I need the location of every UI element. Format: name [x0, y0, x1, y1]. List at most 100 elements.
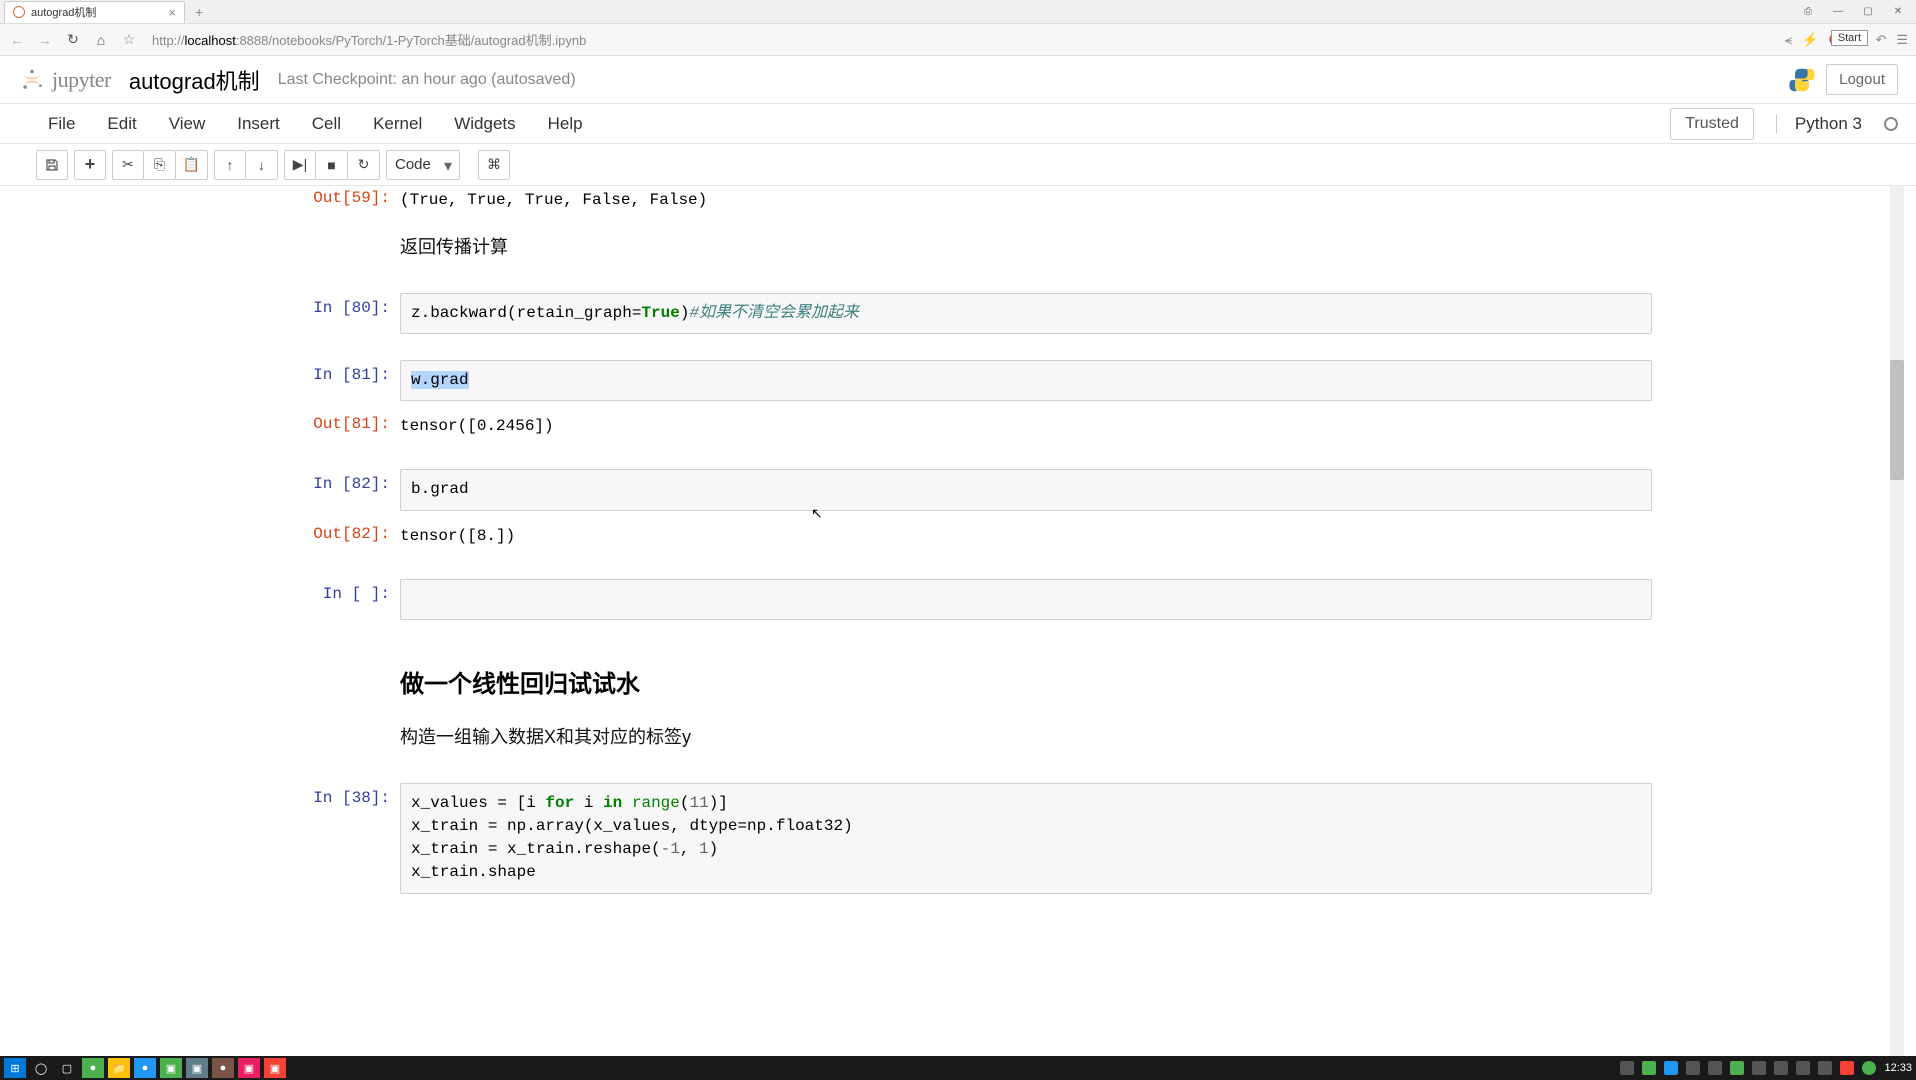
toolbar: + ✂ ⎘ 📋 ↑ ↓ ▶| ■ ↻ Code ⌘ [0, 144, 1916, 186]
favorite-icon[interactable]: ☆ [120, 31, 138, 48]
taskbar-clock[interactable]: 12:33 [1884, 1062, 1912, 1074]
taskbar-app-icon[interactable]: ● [134, 1058, 156, 1078]
browser-tab[interactable]: autograd机制 × [4, 1, 185, 23]
taskbar-app-icon[interactable]: ▣ [238, 1058, 260, 1078]
kernel-name[interactable]: Python 3 [1776, 114, 1862, 134]
menu-cell[interactable]: Cell [312, 114, 341, 134]
code-input[interactable] [400, 579, 1652, 620]
in-prompt: In [38]: [264, 783, 400, 894]
taskbar-app-icon[interactable]: ▣ [160, 1058, 182, 1078]
in-prompt: In [81]: [264, 360, 400, 401]
close-window-icon[interactable]: ✕ [1884, 2, 1912, 20]
code-input[interactable]: w.grad [400, 360, 1652, 401]
extension-icon[interactable]: ⚡ [1802, 32, 1818, 48]
logout-button[interactable]: Logout [1826, 64, 1898, 95]
code-cell[interactable]: In [82]: b.grad [264, 465, 1652, 514]
minimize-icon[interactable]: — [1824, 2, 1852, 20]
back-icon[interactable]: ← [8, 32, 26, 48]
home-icon[interactable]: ⌂ [92, 32, 110, 48]
checkpoint-text: Last Checkpoint: an hour ago (autosaved) [278, 71, 576, 89]
out-prompt: Out[82]: [264, 519, 400, 553]
in-prompt: In [ ]: [264, 579, 400, 620]
close-tab-icon[interactable]: × [168, 5, 176, 20]
tray-icon[interactable] [1730, 1061, 1744, 1075]
output-cell: Out[59]: (True, True, True, False, False… [264, 186, 1652, 221]
refresh-icon[interactable]: ↻ [64, 31, 82, 48]
output-text: (True, True, True, False, False) [400, 186, 1652, 217]
menu-view[interactable]: View [169, 114, 206, 134]
forward-icon[interactable]: → [36, 32, 54, 48]
taskbar-app-icon[interactable]: ▣ [186, 1058, 208, 1078]
reading-mode-icon[interactable]: ⎙ [1794, 2, 1822, 20]
in-prompt: In [82]: [264, 469, 400, 510]
menu-file[interactable]: File [48, 114, 75, 134]
tray-icon[interactable] [1664, 1061, 1678, 1075]
new-tab-button[interactable]: + [185, 4, 213, 20]
menu-widgets[interactable]: Widgets [454, 114, 515, 134]
kernel-status-icon [1884, 117, 1898, 131]
copy-button[interactable]: ⎘ [144, 150, 176, 180]
cortana-icon[interactable]: ◯ [30, 1058, 52, 1078]
tray-icon[interactable] [1862, 1061, 1876, 1075]
start-tooltip-button[interactable]: Start [1831, 30, 1868, 46]
menu-insert[interactable]: Insert [237, 114, 280, 134]
paste-button[interactable]: 📋 [176, 150, 208, 180]
address-bar[interactable]: http://localhost:8888/notebooks/PyTorch/… [148, 30, 1775, 49]
menu-icon[interactable]: ☰ [1896, 32, 1908, 48]
tray-icon[interactable] [1752, 1061, 1766, 1075]
move-up-button[interactable]: ↑ [214, 150, 246, 180]
move-down-button[interactable]: ↓ [246, 150, 278, 180]
tray-icon[interactable] [1840, 1061, 1854, 1075]
in-prompt: In [80]: [264, 293, 400, 334]
code-cell[interactable]: In [81]: w.grad [264, 356, 1652, 405]
markdown-cell[interactable]: 构造一组输入数据X和其对应的标签y [264, 711, 1652, 761]
trusted-button[interactable]: Trusted [1670, 108, 1754, 140]
tray-icon[interactable] [1774, 1061, 1788, 1075]
out-prompt: Out[59]: [264, 186, 400, 217]
share-icon[interactable]: ⪪ [1785, 32, 1792, 48]
cell-type-select[interactable]: Code [386, 150, 460, 180]
notebook-title[interactable]: autograd机制 [129, 64, 260, 96]
markdown-cell[interactable]: 返回传播计算 [264, 221, 1652, 271]
tray-icon[interactable] [1818, 1061, 1832, 1075]
menu-edit[interactable]: Edit [107, 114, 136, 134]
run-button[interactable]: ▶| [284, 150, 316, 180]
start-menu-icon[interactable]: ⊞ [4, 1058, 26, 1078]
task-view-icon[interactable]: ▢ [56, 1058, 78, 1078]
cut-button[interactable]: ✂ [112, 150, 144, 180]
output-text: tensor([8.]) [400, 519, 1652, 553]
tray-icon[interactable] [1796, 1061, 1810, 1075]
notebook-scroll[interactable]: Out[59]: (True, True, True, False, False… [0, 186, 1916, 1056]
code-cell[interactable]: In [38]: x_values = [i for i in range(11… [264, 779, 1652, 898]
menu-help[interactable]: Help [548, 114, 583, 134]
add-cell-button[interactable]: + [74, 150, 106, 180]
taskbar-app-icon[interactable]: ▣ [264, 1058, 286, 1078]
taskbar-app-icon[interactable]: ● [212, 1058, 234, 1078]
taskbar-app-icon[interactable]: ● [82, 1058, 104, 1078]
maximize-icon[interactable]: ▢ [1854, 2, 1882, 20]
jupyter-favicon [13, 6, 25, 18]
taskbar-app-icon[interactable]: 📁 [108, 1058, 130, 1078]
jupyter-logo[interactable]: jupyter [18, 66, 111, 94]
command-palette-button[interactable]: ⌘ [478, 150, 510, 180]
tray-icon[interactable] [1686, 1061, 1700, 1075]
tray-icon[interactable] [1620, 1061, 1634, 1075]
menu-kernel[interactable]: Kernel [373, 114, 422, 134]
tray-icon[interactable] [1708, 1061, 1722, 1075]
scrollbar-track[interactable] [1890, 186, 1904, 1056]
markdown-cell[interactable]: 做一个线性回归试试水 [264, 642, 1652, 711]
restart-button[interactable]: ↻ [348, 150, 380, 180]
undo-icon[interactable]: ↶ [1875, 32, 1886, 48]
scrollbar-thumb[interactable] [1890, 360, 1904, 480]
save-button[interactable] [36, 150, 68, 180]
code-cell-empty[interactable]: In [ ]: [264, 575, 1652, 624]
browser-toolbar: ← → ↻ ⌂ ☆ http://localhost:8888/notebook… [0, 24, 1916, 56]
code-input[interactable]: z.backward(retain_graph=True)#如果不清空会累加起来 [400, 293, 1652, 334]
save-icon [45, 158, 59, 172]
interrupt-button[interactable]: ■ [316, 150, 348, 180]
code-input[interactable]: x_values = [i for i in range(11)] x_trai… [400, 783, 1652, 894]
output-cell: Out[82]: tensor([8.]) [264, 515, 1652, 557]
tray-icon[interactable] [1642, 1061, 1656, 1075]
code-input[interactable]: b.grad [400, 469, 1652, 510]
code-cell[interactable]: In [80]: z.backward(retain_graph=True)#如… [264, 289, 1652, 338]
